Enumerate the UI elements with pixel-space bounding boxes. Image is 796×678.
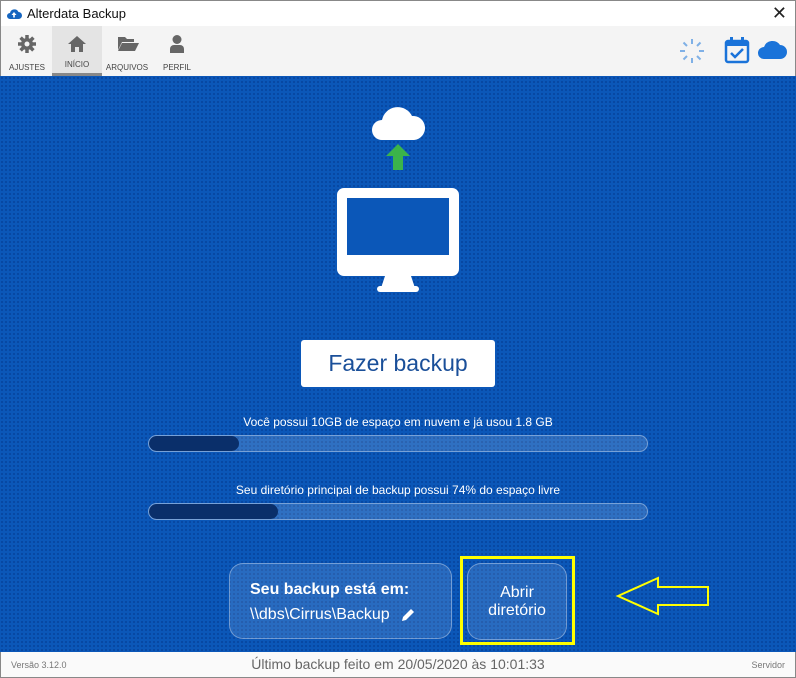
edit-pencil-icon[interactable]: [401, 608, 415, 622]
backup-location-card: Seu backup está em: \\dbs\Cirrus\Backup: [229, 563, 452, 639]
window-title: Alterdata Backup: [27, 6, 127, 21]
backup-location-path: \\dbs\Cirrus\Backup: [250, 606, 390, 623]
gear-icon: [18, 35, 36, 53]
last-backup-label: Último backup feito em 20/05/2020 às 10:…: [251, 656, 545, 672]
tab-inicio[interactable]: INÍCIO: [52, 26, 102, 76]
backup-location-title: Seu backup está em:: [250, 581, 410, 598]
loading-spinner-icon: [680, 39, 704, 63]
tab-ajustes[interactable]: AJUSTES: [2, 26, 52, 76]
cloud-icon[interactable]: [757, 38, 787, 60]
tab-label: PERFIL: [162, 63, 191, 72]
arrow-left-annotation-icon: [615, 576, 709, 616]
backup-button[interactable]: Fazer backup: [301, 340, 495, 387]
mode-label: Servidor: [751, 660, 785, 670]
monitor-icon: [337, 188, 459, 292]
tab-label: INÍCIO: [64, 60, 90, 69]
tab-perfil[interactable]: PERFIL: [152, 26, 202, 76]
cloud-upload-icon: [372, 107, 426, 170]
highlight-box: [460, 556, 575, 645]
close-button[interactable]: ✕: [772, 3, 787, 24]
disk-usage-label: Seu diretório principal de backup possui…: [235, 483, 561, 497]
title-bar: Alterdata Backup ✕: [0, 0, 796, 26]
cloud-usage-fill: [149, 436, 239, 451]
folder-open-icon: [118, 37, 139, 51]
calendar-check-icon[interactable]: [724, 36, 750, 64]
tab-label: AJUSTES: [8, 63, 45, 72]
status-bar: Versão 3.12.0 Último backup feito em 20/…: [0, 652, 796, 678]
home-icon: [68, 36, 86, 52]
tab-label: ARQUIVOS: [105, 63, 149, 72]
tab-arquivos[interactable]: ARQUIVOS: [102, 26, 152, 76]
app-cloud-icon: [7, 9, 22, 19]
cloud-usage-label: Você possui 10GB de espaço em nuvem e já…: [243, 415, 553, 429]
toolbar: AJUSTES INÍCIO ARQUIVOS PERFIL: [0, 26, 796, 76]
disk-usage-fill: [149, 504, 279, 519]
main-panel: Fazer backup Você possui 10GB de espaço …: [0, 76, 796, 652]
cloud-usage-progress: [148, 435, 648, 452]
disk-usage-progress: [148, 503, 648, 520]
user-icon: [170, 35, 184, 53]
